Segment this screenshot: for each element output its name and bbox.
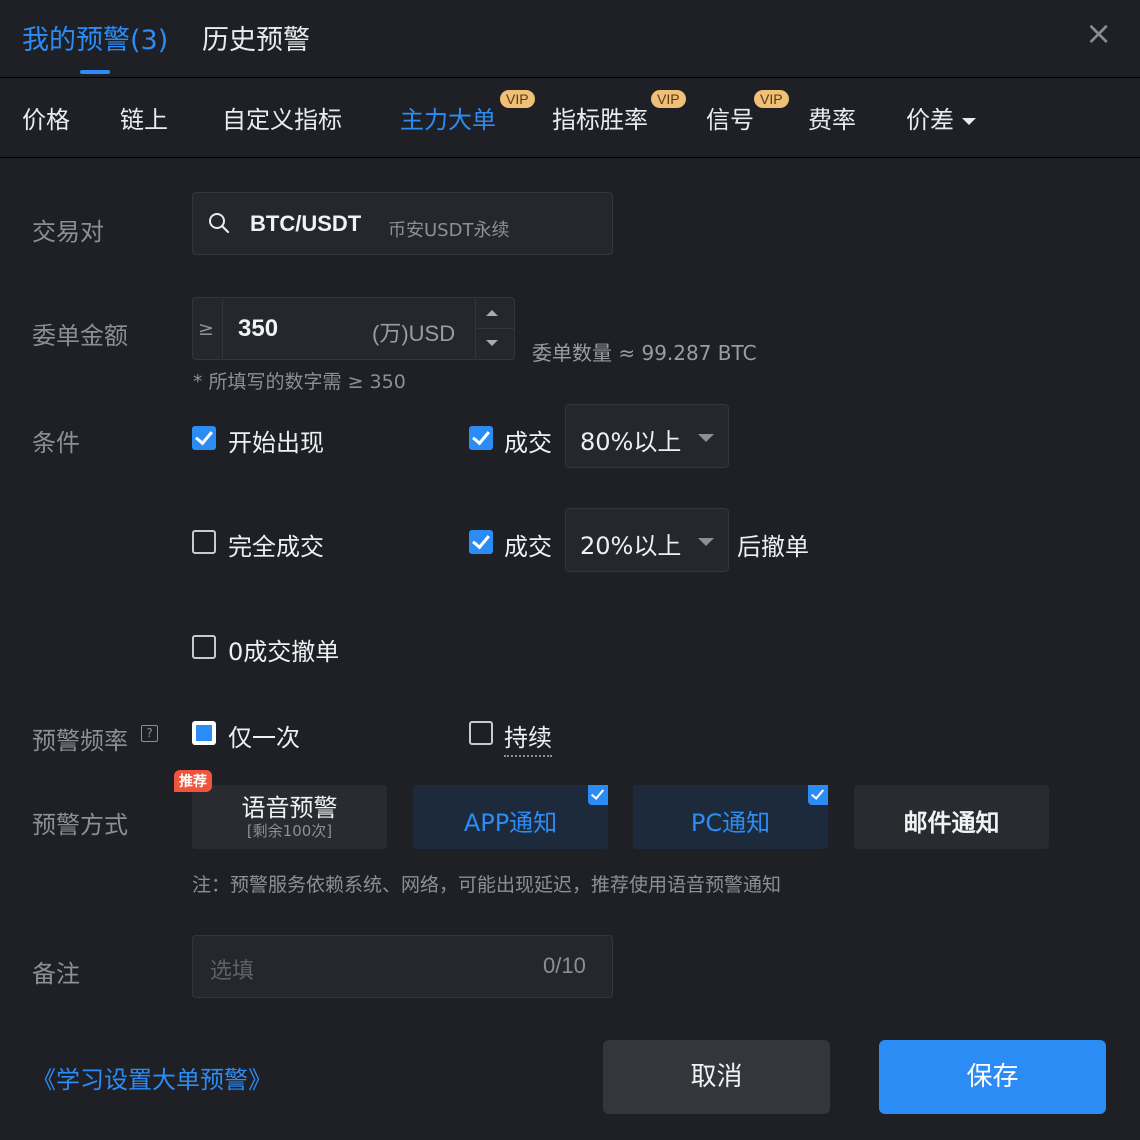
radio-once[interactable] bbox=[192, 721, 216, 745]
save-button[interactable]: 保存 bbox=[879, 1040, 1106, 1114]
deal-percent-value-1: 80%以上 bbox=[580, 428, 682, 456]
vip-badge: VIP bbox=[754, 90, 789, 108]
radio-continuous[interactable] bbox=[469, 721, 493, 745]
deal-percent-select-2[interactable]: 20%以上 bbox=[565, 508, 729, 572]
checkbox-start-appear[interactable] bbox=[192, 426, 216, 450]
check-icon bbox=[808, 785, 828, 805]
close-icon[interactable]: × bbox=[1085, 14, 1112, 52]
checkbox-zero-fill-cancel[interactable] bbox=[192, 635, 216, 659]
checkbox-deal-2[interactable] bbox=[469, 530, 493, 554]
chevron-down-icon bbox=[698, 434, 714, 442]
frequency-continuous: 持续 bbox=[504, 718, 552, 757]
divider bbox=[222, 299, 223, 358]
category-custom-indicator[interactable]: 自定义指标 bbox=[222, 100, 342, 135]
condition-deal-1: 成交 bbox=[504, 429, 552, 457]
search-icon bbox=[209, 213, 230, 234]
method-email-label: 邮件通知 bbox=[903, 809, 1000, 837]
category-funding-rate[interactable]: 费率 bbox=[808, 100, 856, 135]
amount-value[interactable]: 350 bbox=[238, 315, 278, 343]
deal-percent-select-1[interactable]: 80%以上 bbox=[565, 404, 729, 468]
decrement-icon[interactable] bbox=[486, 340, 498, 346]
category-onchain[interactable]: 链上 bbox=[120, 100, 168, 135]
vip-badge: VIP bbox=[651, 90, 686, 108]
divider bbox=[475, 299, 476, 358]
condition-deal-2: 成交 bbox=[504, 533, 552, 561]
pair-symbol: BTC/USDT bbox=[250, 211, 362, 236]
method-note: 注：预警服务依赖系统、网络，可能出现延迟，推荐使用语音预警通知 bbox=[192, 874, 782, 896]
method-voice-button[interactable]: 语音预警 [剩余100次] bbox=[192, 785, 387, 849]
recommend-badge: 推荐 bbox=[174, 770, 212, 792]
divider bbox=[477, 328, 514, 329]
amount-hint: * 所填写的数字需 ≥ 350 bbox=[193, 371, 406, 393]
condition-zero-fill-cancel: 0成交撤单 bbox=[228, 638, 340, 666]
method-label: 预警方式 bbox=[32, 811, 128, 839]
vip-badge: VIP bbox=[500, 90, 535, 108]
category-large-orders[interactable]: 主力大单 bbox=[400, 100, 496, 135]
order-quantity: 委单数量 ≈ 99.287 BTC bbox=[532, 341, 757, 365]
header-tabs bbox=[0, 0, 1140, 78]
category-indicator-winrate[interactable]: 指标胜率 bbox=[552, 100, 648, 135]
remark-label: 备注 bbox=[32, 960, 80, 988]
active-tab-indicator bbox=[80, 70, 110, 74]
condition-full-fill: 完全成交 bbox=[228, 533, 324, 561]
chevron-down-icon bbox=[962, 117, 976, 125]
chevron-down-icon bbox=[698, 538, 714, 546]
amount-unit: (万)USD bbox=[372, 321, 456, 346]
method-voice-label: 语音预警 bbox=[241, 794, 338, 822]
cancel-button[interactable]: 取消 bbox=[603, 1040, 830, 1114]
deal-percent-value-2: 20%以上 bbox=[580, 532, 682, 560]
increment-icon[interactable] bbox=[486, 310, 498, 316]
category-spread[interactable]: 价差 bbox=[906, 100, 976, 135]
method-pc-button[interactable]: PC通知 bbox=[633, 785, 828, 849]
checkbox-full-fill[interactable] bbox=[192, 530, 216, 554]
tab-history-alerts[interactable]: 历史预警 bbox=[202, 18, 310, 57]
checkbox-deal-1[interactable] bbox=[469, 426, 493, 450]
pair-market: 币安USDT永续 bbox=[388, 220, 510, 241]
category-spread-label: 价差 bbox=[906, 106, 954, 134]
learn-link[interactable]: 《学习设置大单预警》 bbox=[32, 1060, 272, 1095]
tab-my-alerts[interactable]: 我的预警(3) bbox=[22, 18, 168, 57]
method-app-button[interactable]: APP通知 bbox=[413, 785, 608, 849]
help-icon[interactable]: ? bbox=[141, 725, 158, 742]
category-signal[interactable]: 信号 bbox=[706, 100, 754, 135]
pair-label: 交易对 bbox=[32, 218, 104, 246]
method-app-label: APP通知 bbox=[463, 809, 558, 837]
method-email-button[interactable]: 邮件通知 bbox=[854, 785, 1049, 849]
check-icon bbox=[588, 785, 608, 805]
frequency-once: 仅一次 bbox=[228, 724, 300, 752]
condition-start-appear: 开始出现 bbox=[228, 429, 324, 457]
amount-prefix: ≥ bbox=[198, 318, 214, 340]
conditions-label: 条件 bbox=[32, 429, 80, 457]
remark-counter: 0/10 bbox=[543, 953, 586, 978]
method-pc-label: PC通知 bbox=[690, 809, 771, 837]
frequency-label: 预警频率 bbox=[32, 727, 128, 755]
category-price[interactable]: 价格 bbox=[22, 100, 70, 135]
condition-deal-2-suffix: 后撤单 bbox=[737, 533, 809, 561]
remark-placeholder: 选填 bbox=[210, 959, 255, 984]
amount-label: 委单金额 bbox=[32, 322, 128, 350]
method-voice-remaining: [剩余100次] bbox=[246, 822, 333, 840]
